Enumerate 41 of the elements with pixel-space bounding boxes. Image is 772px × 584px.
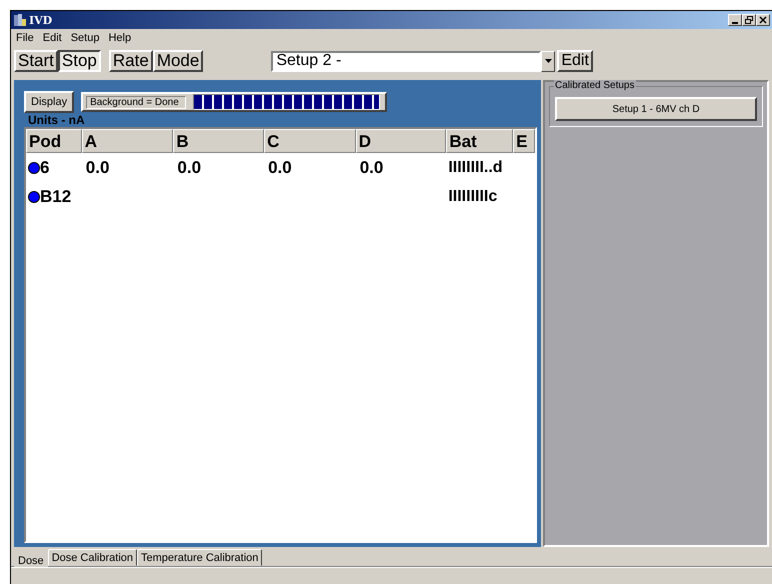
column-header[interactable]: B	[173, 129, 264, 153]
app-icon	[13, 13, 27, 27]
dose-value: 0.0	[177, 158, 202, 176]
display-button[interactable]: Display	[24, 91, 74, 113]
menu-item[interactable]: Edit	[42, 32, 62, 44]
column-header[interactable]: Bat	[446, 129, 514, 153]
column-header[interactable]: E	[513, 129, 535, 153]
pod-id: B12	[40, 186, 72, 206]
menu-item[interactable]: Setup	[70, 32, 100, 44]
tab[interactable]: Temperature Calibration	[137, 549, 262, 566]
group-title: Calibrated Setups	[554, 80, 636, 91]
close-button[interactable]	[756, 14, 770, 26]
minimize-button[interactable]	[728, 14, 742, 26]
close-icon	[759, 16, 767, 24]
battery-reading: IIIIIIIIIc	[448, 188, 498, 204]
setup-button[interactable]: Setup 1 - 6MV ch D	[555, 97, 757, 121]
dropdown-button[interactable]	[541, 50, 556, 72]
setup-dropdown[interactable]: Setup 2 -	[271, 50, 542, 72]
dose-value: 0.0	[86, 158, 110, 176]
units-label: Units - nA	[28, 113, 86, 127]
dose-value: 0.0	[360, 158, 384, 176]
pod-id: 6	[40, 158, 50, 178]
toolbar-button[interactable]: Mode	[152, 50, 204, 72]
restore-button[interactable]	[742, 14, 756, 26]
column-header[interactable]: A	[82, 129, 174, 153]
toolbar-button[interactable]: Start	[14, 50, 58, 72]
column-header[interactable]: C	[264, 129, 356, 153]
menu-item[interactable]: Help	[108, 32, 132, 44]
caret-icon	[544, 59, 552, 63]
status-text: Background = Done	[86, 96, 186, 108]
tab[interactable]: Dose Calibration	[48, 549, 138, 566]
column-header[interactable]: Pod	[26, 129, 82, 153]
toolbar-button[interactable]: Stop	[58, 50, 101, 72]
window-title: IVD	[29, 14, 52, 26]
edit-button[interactable]: Edit	[557, 50, 593, 72]
menu-item[interactable]: File	[16, 32, 34, 44]
toolbar-button[interactable]: Rate	[108, 50, 153, 72]
dose-value: 0.0	[268, 158, 292, 176]
column-header[interactable]: D	[356, 129, 446, 153]
restore-icon	[745, 16, 753, 24]
battery-reading: IIIIIIII..d	[448, 158, 503, 176]
